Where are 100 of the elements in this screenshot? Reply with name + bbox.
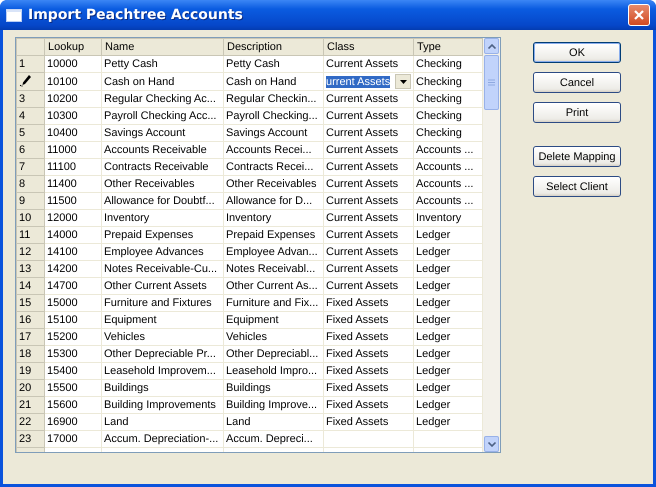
table-cell: Other Depreciable Pr... [104, 348, 216, 360]
row-number: 15 [16, 294, 44, 312]
dialog-button[interactable]: Cancel [533, 72, 621, 93]
table-cell: Contracts Recei... [226, 161, 314, 173]
table-cell: 10100 [47, 76, 78, 88]
table-cell: Current Assets [326, 195, 398, 207]
table-cell: Inventory [104, 212, 150, 224]
row-number: 18 [16, 346, 44, 362]
row-number: 8 [16, 176, 44, 192]
table-cell: Ledger [416, 263, 450, 275]
row-number: 19 [16, 362, 44, 380]
table-cell: 15600 [47, 399, 78, 411]
table-cell: Current Assets [326, 93, 398, 105]
column-header[interactable]: Name [102, 38, 224, 56]
table-cell: Current Assets [326, 212, 398, 224]
close-icon [633, 9, 645, 21]
table-cell: Current Assets [326, 127, 398, 139]
table-cell: Current Assets [326, 110, 398, 122]
column-header[interactable]: Class [324, 38, 414, 56]
row-number: 5 [16, 124, 44, 142]
table-cell: Current Assets [326, 280, 398, 292]
column-header[interactable]: Lookup [44, 38, 102, 56]
table-cell: Other Receivables [226, 178, 316, 190]
table-cell: Ledger [416, 365, 450, 377]
table-cell: Current Assets [326, 144, 398, 156]
table-cell: Allowance for Doubtf... [104, 195, 215, 207]
table-cell: 10000 [47, 58, 78, 70]
column-header[interactable]: Description [224, 38, 324, 56]
table-cell: 10200 [47, 93, 78, 105]
table-cell: Current Assets [326, 161, 398, 173]
table-cell: Buildings [104, 382, 149, 394]
table-cell: 15200 [47, 331, 78, 343]
dialog-button[interactable]: Delete Mapping [533, 146, 621, 167]
table-cell: 16900 [47, 416, 78, 428]
row-number: 13 [16, 260, 44, 278]
table-cell: 11500 [47, 195, 77, 207]
table-cell: Vehicles [226, 331, 267, 343]
table-cell: Petty Cash [226, 58, 280, 70]
table-cell: Furniture and Fixtures [104, 297, 212, 309]
table-cell: Land [226, 416, 250, 428]
scroll-up-button[interactable] [484, 38, 499, 54]
table-cell: Prepaid Expenses [104, 229, 194, 241]
table-cell: 10400 [47, 127, 78, 139]
table-cell: 15400 [47, 365, 78, 377]
table-cell: Fixed Assets [326, 314, 388, 326]
table-cell: Fixed Assets [326, 297, 388, 309]
table-cell: Employee Advan... [226, 246, 318, 258]
table-cell: Equipment [226, 314, 279, 326]
dialog-button[interactable]: Select Client [533, 176, 621, 197]
table-cell: Prepaid Expenses [226, 229, 316, 241]
table-cell: Accounts ... [416, 195, 474, 207]
window-icon [6, 8, 22, 22]
pencil-icon [19, 73, 33, 87]
row-number: 1 [16, 56, 44, 72]
table-cell: Payroll Checking Acc... [104, 110, 216, 122]
close-button[interactable] [628, 4, 650, 26]
table-cell: Inventory [416, 212, 462, 224]
table-cell: 14000 [47, 229, 78, 241]
table-cell: Fixed Assets [326, 365, 388, 377]
table-cell: Cash on Hand [226, 76, 296, 88]
table-cell: Employee Advances [104, 246, 204, 258]
table-cell: Current Assets [326, 263, 398, 275]
dialog-button[interactable]: Print [533, 102, 621, 123]
table-cell: Ledger [416, 331, 450, 343]
window-title: Import Peachtree Accounts [28, 7, 244, 23]
table-cell: 11100 [47, 161, 76, 173]
row-number: 16 [16, 312, 44, 328]
table-cell: Leasehold Impro... [226, 365, 318, 377]
scrollbar[interactable] [483, 38, 500, 452]
table-cell: Vehicles [104, 331, 145, 343]
grip-icon [488, 79, 495, 86]
table-cell: Fixed Assets [326, 348, 388, 360]
table-cell: Other Receivables [104, 178, 194, 190]
table-cell: Accounts ... [416, 144, 474, 156]
table-cell: Payroll Checking... [226, 110, 318, 122]
dropdown-field[interactable]: urrent Assets [324, 72, 414, 90]
row-number: 14 [16, 278, 44, 294]
row-number: 22 [16, 414, 44, 430]
table-cell: Accounts Recei... [226, 144, 312, 156]
table-cell: Fixed Assets [326, 399, 388, 411]
row-number: 17 [16, 328, 44, 346]
table-cell: Accum. Depreciation-... [104, 433, 218, 445]
row-number: 3 [16, 90, 44, 108]
row-number: 6 [16, 142, 44, 158]
scroll-down-button[interactable] [484, 436, 499, 452]
table-cell: Ledger [416, 382, 450, 394]
column-header[interactable]: Type [414, 38, 482, 56]
table-cell: Current Assets [326, 246, 398, 258]
table-cell: 15100 [47, 314, 78, 326]
dropdown-button[interactable] [395, 74, 411, 89]
row-number: 10 [16, 210, 44, 226]
table-cell: Land [104, 416, 128, 428]
table-cell: Savings Account [104, 127, 186, 139]
table-cell: 10300 [47, 110, 78, 122]
dialog-button[interactable]: OK [533, 42, 621, 63]
table-cell: 14700 [47, 280, 78, 292]
scroll-thumb[interactable] [484, 55, 499, 110]
table-cell: Current Assets [326, 58, 398, 70]
table-cell: Checking [416, 93, 462, 105]
table-cell: Ledger [416, 229, 450, 241]
